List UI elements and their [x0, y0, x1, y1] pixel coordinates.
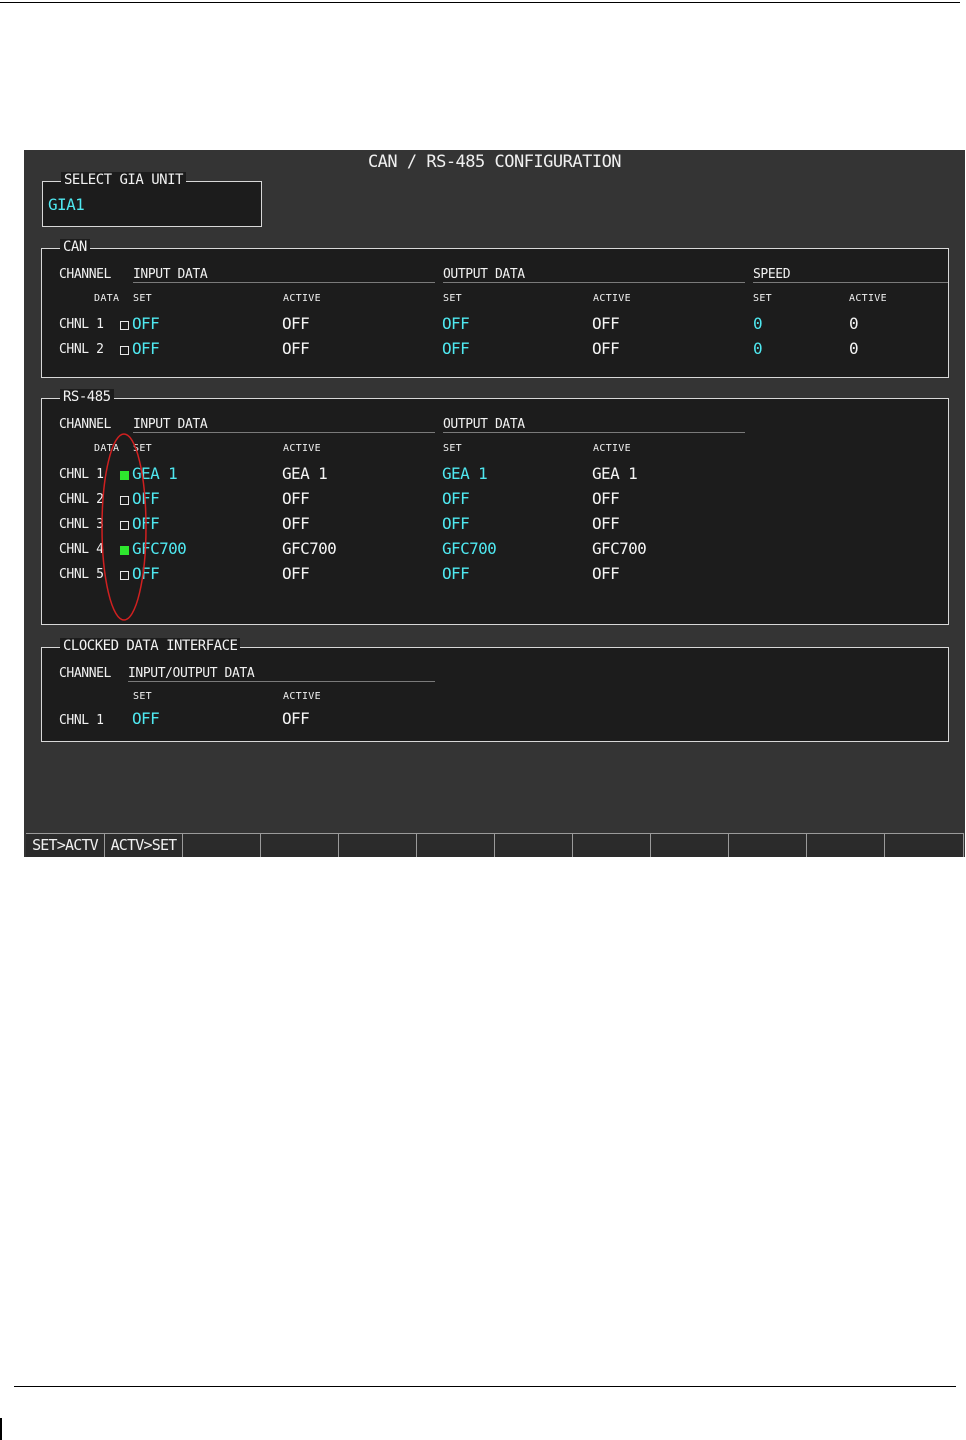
- can-row-1-input-set[interactable]: OFF: [132, 315, 160, 333]
- softkey-bar: SET>ACTV ACTV>SET: [26, 833, 964, 857]
- softkey-3[interactable]: [183, 834, 261, 857]
- can-panel: CAN CHANNEL INPUT DATA OUTPUT DATA SPEED…: [41, 239, 949, 378]
- can-row-1-speed-active: 0: [849, 314, 859, 333]
- clocked-io-underline: [128, 681, 435, 682]
- can-channel-header: CHANNEL: [59, 267, 111, 282]
- can-row-1-output-active: OFF: [592, 314, 620, 333]
- clocked-panel: CLOCKED DATA INTERFACE CHANNEL INPUT/OUT…: [41, 638, 949, 742]
- softkey-4[interactable]: [261, 834, 339, 857]
- can-row-2-output-active: OFF: [592, 339, 620, 358]
- softkey-6[interactable]: [417, 834, 495, 857]
- clocked-row-1-channel: CHNL 1: [59, 713, 104, 728]
- rs485-row-3-output-set[interactable]: OFF: [442, 515, 470, 533]
- can-row-2-speed-set[interactable]: 0: [753, 340, 763, 358]
- can-row-2-input-set[interactable]: OFF: [132, 340, 160, 358]
- can-row-1-output-set[interactable]: OFF: [442, 315, 470, 333]
- can-data-sub: DATA: [94, 293, 120, 304]
- can-speed-set-sub: SET: [753, 293, 772, 304]
- clocked-row-1-active: OFF: [282, 709, 310, 728]
- can-output-set-sub: SET: [443, 293, 462, 304]
- can-row-2-input-active: OFF: [282, 339, 310, 358]
- softkey-11[interactable]: [807, 834, 885, 857]
- rs485-panel: RS-485 CHANNEL INPUT DATA OUTPUT DATA DA…: [41, 389, 949, 625]
- rs485-row-2-output-active: OFF: [592, 489, 620, 508]
- softkey-12[interactable]: [885, 834, 964, 857]
- display-screen: CAN / RS-485 CONFIGURATION SELECT GIA UN…: [24, 150, 965, 857]
- rs485-row-5-input-active: OFF: [282, 564, 310, 583]
- rs485-row-5-output-set[interactable]: OFF: [442, 565, 470, 583]
- rs485-row-2-input-active: OFF: [282, 489, 310, 508]
- rs485-row-2-output-set[interactable]: OFF: [442, 490, 470, 508]
- can-output-underline: [443, 282, 745, 283]
- can-speed-active-sub: ACTIVE: [849, 293, 887, 304]
- gia-unit-label: SELECT GIA UNIT: [61, 172, 186, 188]
- rs485-output-underline: [443, 432, 745, 433]
- softkey-set-to-active[interactable]: SET>ACTV: [26, 834, 105, 857]
- rs485-row-1-input-active: GEA 1: [282, 464, 328, 483]
- rs485-input-underline: [133, 432, 435, 433]
- rs485-row-1-output-active: GEA 1: [592, 464, 638, 483]
- can-row-2-output-set[interactable]: OFF: [442, 340, 470, 358]
- rs485-row-1-output-set[interactable]: GEA 1: [442, 465, 488, 483]
- can-input-underline: [133, 282, 435, 283]
- gia-unit-value[interactable]: GIA1: [48, 196, 85, 214]
- can-label: CAN: [60, 239, 90, 255]
- can-input-header: INPUT DATA: [133, 267, 208, 282]
- rs485-row-4-output-active: GFC700: [592, 539, 647, 558]
- can-input-set-sub: SET: [133, 293, 152, 304]
- rs485-output-header: OUTPUT DATA: [443, 417, 525, 432]
- can-row-2-channel: CHNL 2: [59, 342, 104, 357]
- softkey-10[interactable]: [729, 834, 807, 857]
- rs485-row-4-output-set[interactable]: GFC700: [442, 540, 497, 558]
- softkey-active-to-set[interactable]: ACTV>SET: [105, 834, 183, 857]
- softkey-5[interactable]: [339, 834, 417, 857]
- softkey-9[interactable]: [651, 834, 729, 857]
- can-input-active-sub: ACTIVE: [283, 293, 321, 304]
- rs485-row-5-output-active: OFF: [592, 564, 620, 583]
- rs485-label: RS-485: [60, 389, 114, 405]
- clocked-channel-header: CHANNEL: [59, 666, 111, 681]
- rs485-row-4-input-active: GFC700: [282, 539, 337, 558]
- can-row-2-speed-active: 0: [849, 339, 859, 358]
- clocked-label: CLOCKED DATA INTERFACE: [60, 638, 241, 654]
- rs485-row-3-input-active: OFF: [282, 514, 310, 533]
- can-output-active-sub: ACTIVE: [593, 293, 631, 304]
- softkey-7[interactable]: [495, 834, 573, 857]
- rs485-output-set-sub: SET: [443, 443, 462, 454]
- rs485-output-active-sub: ACTIVE: [593, 443, 631, 454]
- can-row-2-checkbox[interactable]: [120, 346, 129, 355]
- clocked-active-sub: ACTIVE: [283, 691, 321, 702]
- gia-unit-box: SELECT GIA UNIT GIA1: [42, 172, 262, 227]
- bottom-rule: [14, 1386, 956, 1387]
- annotation-ellipse: [101, 433, 147, 621]
- rs485-row-3-output-active: OFF: [592, 514, 620, 533]
- can-row-1-channel: CHNL 1: [59, 317, 104, 332]
- top-rule: [0, 2, 960, 3]
- rs485-input-active-sub: ACTIVE: [283, 443, 321, 454]
- can-speed-header: SPEED: [753, 267, 791, 282]
- can-row-1-speed-set[interactable]: 0: [753, 315, 763, 333]
- page-title: CAN / RS-485 CONFIGURATION: [367, 152, 622, 172]
- clocked-io-header: INPUT/OUTPUT DATA: [128, 666, 255, 681]
- clocked-row-1-set[interactable]: OFF: [132, 710, 160, 728]
- softkey-8[interactable]: [573, 834, 651, 857]
- clocked-set-sub: SET: [133, 691, 152, 702]
- can-row-1-input-active: OFF: [282, 314, 310, 333]
- can-row-1-checkbox[interactable]: [120, 321, 129, 330]
- can-speed-underline: [753, 282, 948, 283]
- page-edge-mark: [0, 1418, 2, 1440]
- can-output-header: OUTPUT DATA: [443, 267, 525, 282]
